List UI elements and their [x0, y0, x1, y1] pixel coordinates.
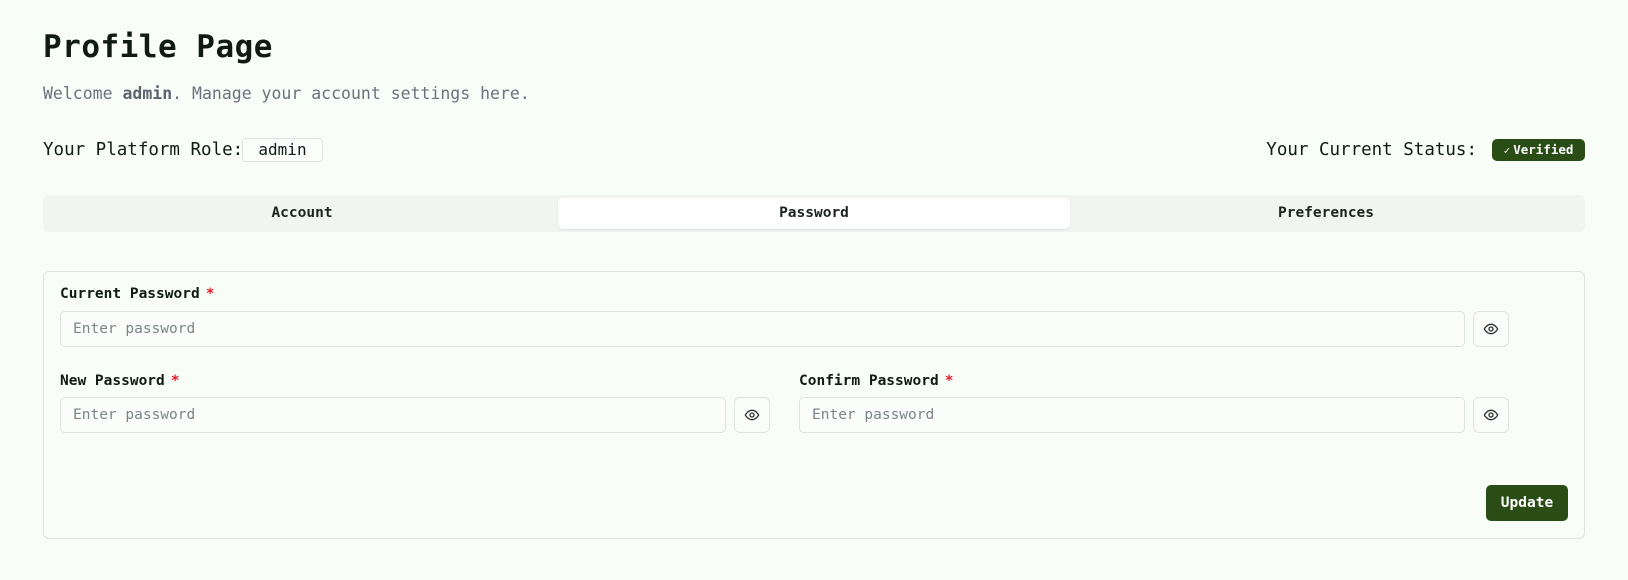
check-icon: ✓ [1503, 144, 1511, 157]
platform-role-badge: admin [242, 138, 323, 162]
update-button[interactable]: Update [1486, 485, 1568, 521]
current-password-label: Current Password * [60, 286, 214, 302]
role-status-row: Your Platform Role: admin Your Current S… [43, 138, 1585, 164]
new-password-label-text: New Password [60, 373, 165, 389]
required-marker: * [944, 373, 954, 389]
new-password-label: New Password * [60, 373, 180, 389]
status-badge-text: Verified [1513, 142, 1574, 157]
password-form-card: Current Password * New Password * Confirm … [43, 271, 1585, 539]
settings-tabs: Account Password Preferences [43, 195, 1585, 232]
eye-icon [1483, 323, 1499, 335]
toggle-confirm-password-button[interactable] [1473, 397, 1509, 433]
eye-icon [744, 409, 760, 421]
welcome-suffix: . Manage your account settings here. [172, 84, 530, 103]
current-password-label-text: Current Password [60, 286, 200, 302]
status-badge: ✓ Verified [1492, 139, 1585, 161]
confirm-password-input[interactable] [799, 397, 1465, 433]
current-status-label: Your Current Status: [1266, 140, 1477, 160]
new-password-input[interactable] [60, 397, 726, 433]
welcome-username: admin [122, 84, 173, 103]
required-marker: * [170, 373, 180, 389]
welcome-prefix: Welcome [43, 84, 123, 103]
tab-account[interactable]: Account [46, 198, 558, 229]
eye-icon [1483, 409, 1499, 421]
page-title: Profile Page [43, 29, 273, 65]
current-password-input[interactable] [60, 311, 1465, 347]
platform-role-label: Your Platform Role: [43, 140, 244, 160]
required-marker: * [205, 286, 215, 302]
welcome-text: Welcome admin. Manage your account setti… [43, 84, 530, 103]
confirm-password-label: Confirm Password * [799, 373, 953, 389]
tab-preferences[interactable]: Preferences [1070, 198, 1582, 229]
toggle-new-password-button[interactable] [734, 397, 770, 433]
tab-password[interactable]: Password [558, 198, 1070, 229]
toggle-current-password-button[interactable] [1473, 311, 1509, 347]
confirm-password-label-text: Confirm Password [799, 373, 939, 389]
